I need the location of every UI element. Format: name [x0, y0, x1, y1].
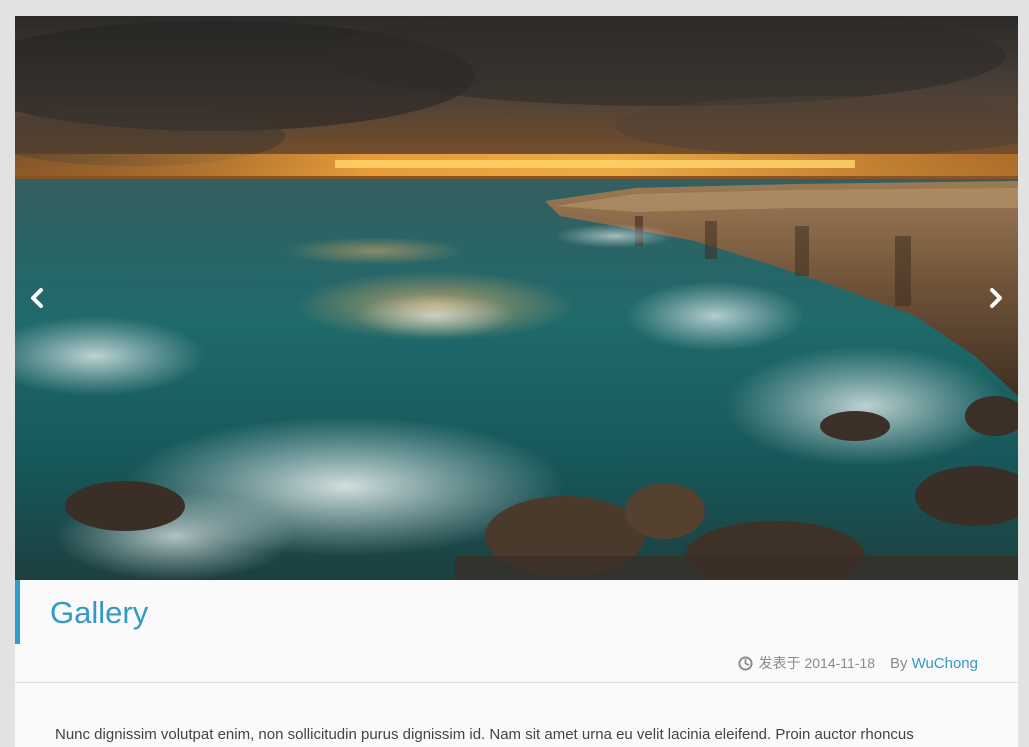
post-author-link[interactable]: WuChong — [912, 655, 978, 672]
slider-next-button[interactable] — [982, 284, 1010, 312]
clock-icon — [738, 655, 753, 671]
title-accent-bar — [15, 580, 20, 644]
post-title[interactable]: Gallery — [50, 595, 148, 631]
post-date-label: 发表于 — [758, 655, 801, 671]
divider — [15, 682, 1018, 683]
chevron-left-icon — [31, 288, 43, 308]
image-slider[interactable] — [15, 16, 1018, 580]
post-by-label: By — [890, 654, 908, 672]
post-date: 2014-11-18 — [804, 655, 876, 671]
post-title-bar: Gallery — [15, 580, 1018, 644]
post-card: Gallery 发表于 2014-11-18 By WuChong Nunc d… — [15, 16, 1018, 747]
chevron-right-icon — [990, 288, 1002, 308]
post-excerpt: Nunc dignissim volutpat enim, non sollic… — [55, 726, 914, 743]
slider-prev-button[interactable] — [23, 284, 51, 312]
slide-image — [15, 16, 1018, 580]
post-meta: 发表于 2014-11-18 By WuChong — [738, 653, 978, 673]
